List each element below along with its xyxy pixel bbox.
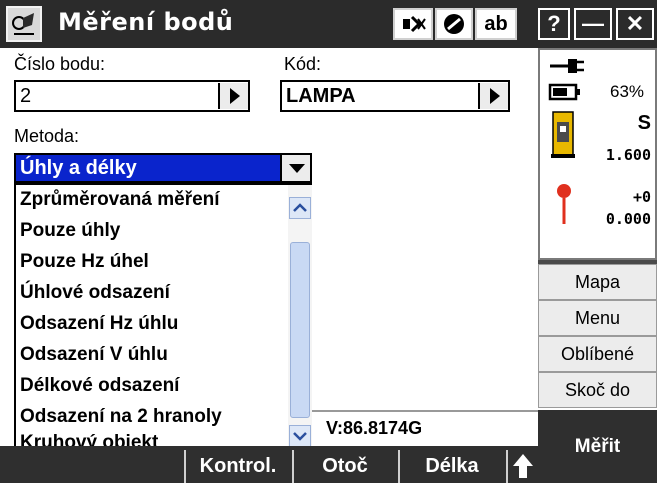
no-entry-icon [444,14,464,34]
help-button[interactable]: ? [538,8,570,40]
code-value: LAMPA [286,85,356,107]
menu-button[interactable]: Menu [538,300,657,336]
point-number-label: Číslo bodu: [14,54,106,74]
measure-button[interactable]: Měřit [538,410,657,483]
softkey-empty[interactable] [84,450,182,483]
favorites-button-label: Oblíbené [560,344,635,364]
power-plug-icon [550,59,584,73]
method-option[interactable]: Odsazení na 2 hranoly [20,406,222,428]
distance-button[interactable]: Délka [398,450,504,483]
method-option[interactable]: Odsazení Hz úhlu [20,313,178,335]
point-number-value: 2 [20,85,32,107]
instrument-height: 1.600 [605,146,651,164]
menu-button-label: Menu [574,308,621,328]
method-label: Metoda: [14,126,80,146]
total-station-icon [551,111,575,158]
jump-to-button[interactable]: Skoč do [538,372,657,408]
code-arrow-button[interactable] [478,83,508,109]
target-toggle-button[interactable] [393,8,433,40]
vertical-angle-value: V:86.8174G [326,418,423,438]
input-mode-button[interactable]: ab [475,8,517,40]
battery-icon [548,83,580,101]
method-option[interactable]: Zprůměrovaná měření [20,189,220,211]
method-option[interactable]: Pouze úhly [20,220,120,242]
bottom-softkey-bar: Kontrol. Otoč Délka [0,446,538,483]
point-number-arrow-button[interactable] [218,83,248,109]
map-button-label: Mapa [574,272,621,292]
check-button[interactable]: Kontrol. [184,450,290,483]
favorites-button[interactable]: Oblíbené [538,336,657,372]
instrument-face: S [637,112,651,134]
title-bar: Měření bodů ab ? — ✕ [0,0,657,48]
shift-up-button[interactable] [506,450,538,483]
target-icon [403,15,426,33]
target-offset: +0 [632,188,651,206]
status-toggle-button[interactable] [435,8,473,40]
arrow-up-icon [513,454,533,478]
code-label: Kód: [284,54,322,74]
map-button[interactable]: Mapa [538,264,657,300]
battery-percent: 63% [610,82,645,101]
arrow-right-icon [230,88,240,104]
method-options-list[interactable]: Zprůměrovaná měření Pouze úhly Pouze Hz … [14,183,312,455]
chevron-up-icon [293,203,307,212]
method-option[interactable]: Odsazení V úhlu [20,344,168,366]
method-dropdown[interactable]: Úhly a délky [14,153,312,183]
minimize-button[interactable]: — [574,8,612,40]
vertical-angle-readout: V:86.8174G [312,410,538,446]
chevron-down-icon [293,432,307,441]
scroll-thumb[interactable] [290,242,310,418]
close-button[interactable]: ✕ [616,8,654,40]
target-prism-icon [557,184,571,224]
instrument-status-panel[interactable]: 63% S 1.600 +0 0.000 [538,48,657,260]
list-scrollbar[interactable] [288,185,312,453]
window-title: Měření bodů [58,8,234,36]
method-option[interactable]: Úhlové odsazení [20,282,170,304]
method-dropdown-button[interactable] [280,155,310,181]
chevron-down-icon [289,164,305,173]
app-start-icon[interactable] [6,6,42,42]
scroll-down-button[interactable] [289,425,311,447]
target-height: 0.000 [605,210,651,228]
method-option[interactable]: Délkové odsazení [20,375,179,397]
rotate-button[interactable]: Otoč [292,450,396,483]
point-number-field[interactable]: 2 [14,80,250,112]
arrow-right-icon [490,88,500,104]
code-field[interactable]: LAMPA [280,80,510,112]
method-option[interactable]: Pouze Hz úhel [20,251,149,273]
method-selected-value[interactable]: Úhly a délky [16,155,280,181]
jump-to-button-label: Skoč do [564,380,631,400]
scroll-up-button[interactable] [289,197,311,219]
